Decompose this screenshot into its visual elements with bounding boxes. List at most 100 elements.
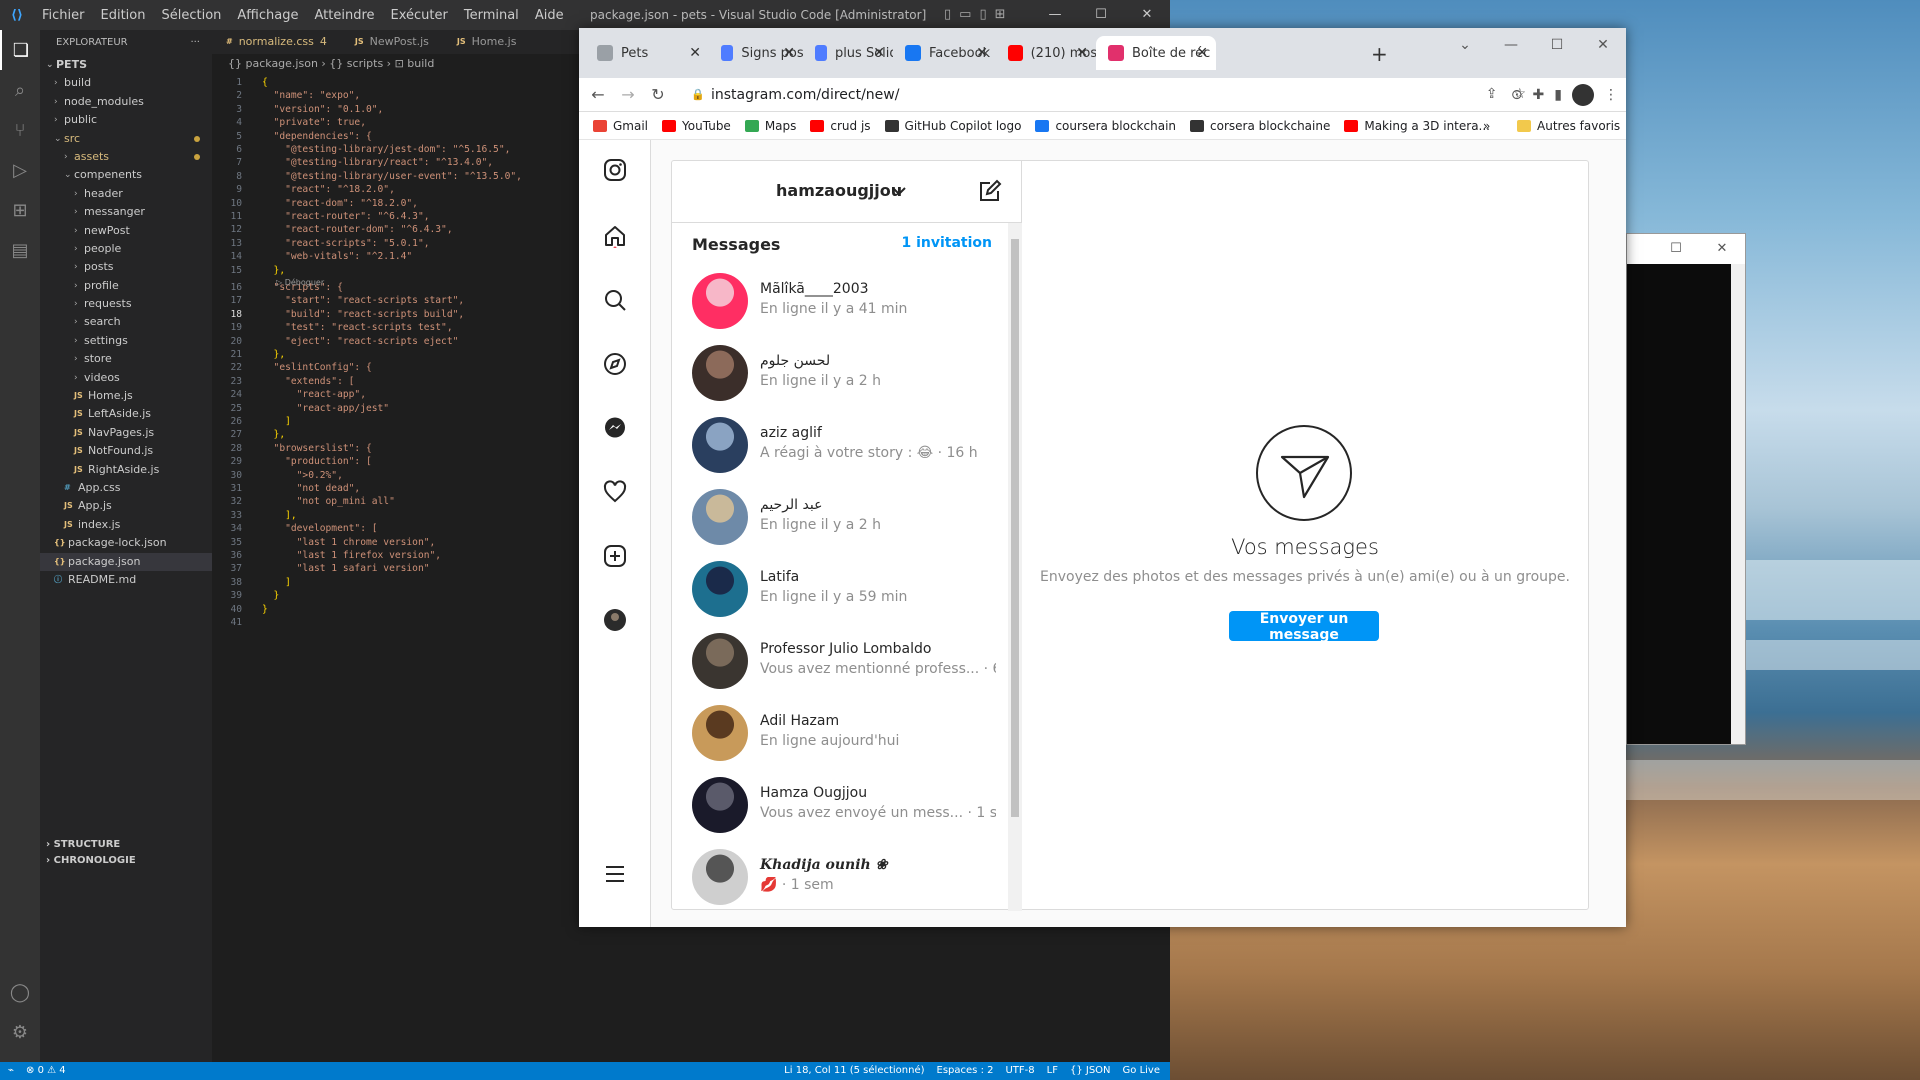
lock-icon[interactable]: 🔒 — [691, 82, 705, 108]
editor-tab[interactable]: # normalize.css 4 — [212, 30, 341, 54]
menu-item[interactable]: Edition — [93, 8, 154, 23]
tree-item[interactable]: › posts — [40, 258, 212, 276]
remote-explorer-icon[interactable]: ▤ — [0, 230, 40, 270]
bookmark-item[interactable]: corsera blockchaine — [1190, 119, 1330, 133]
tree-item[interactable]: › profile — [40, 277, 212, 295]
tree-item[interactable]: ⌄ src — [40, 130, 212, 148]
conversation-item[interactable]: Latifa En ligne il y a 59 min — [672, 553, 1008, 625]
tree-item[interactable]: › videos — [40, 369, 212, 387]
tree-item[interactable]: › messanger — [40, 203, 212, 221]
extensions-puzzle-icon[interactable]: ✚ — [1533, 87, 1545, 103]
browser-tab[interactable]: Boîte de réc ✕ — [1096, 36, 1216, 70]
chevron-down-icon[interactable] — [890, 182, 908, 200]
debug-codelens[interactable]: ▷ Déboguer — [276, 276, 324, 289]
forward-button[interactable]: → — [613, 85, 643, 104]
back-button[interactable]: ← — [583, 85, 613, 104]
share-icon[interactable]: ⇪ — [1486, 86, 1498, 102]
tree-item[interactable]: {} package.json — [40, 552, 212, 571]
status-item[interactable]: UTF-8 — [1005, 1062, 1034, 1080]
tab-search-icon[interactable]: ⌄ — [1442, 28, 1488, 62]
minimize-button[interactable]: — — [1032, 0, 1078, 30]
tree-item[interactable]: › search — [40, 313, 212, 331]
tree-item[interactable]: ⓘ README.md — [40, 571, 212, 589]
bookmark-item[interactable]: crud js — [810, 119, 871, 133]
create-post-icon[interactable] — [603, 544, 627, 568]
remote-indicator-icon[interactable]: ⌁ — [8, 1062, 14, 1080]
chrome-close-button[interactable]: ✕ — [1580, 28, 1626, 62]
conversation-scrollbar[interactable] — [1008, 223, 1022, 911]
explore-compass-icon[interactable] — [603, 352, 627, 376]
menu-item[interactable]: Affichage — [229, 8, 306, 23]
account-icon[interactable]: ◯ — [0, 972, 40, 1012]
source-control-icon[interactable]: ⑂ — [0, 110, 40, 150]
other-bookmarks-folder[interactable]: Autres favoris — [1517, 119, 1620, 133]
page-scrollbar[interactable] — [1612, 140, 1626, 927]
tab-close-icon[interactable]: ✕ — [1076, 45, 1088, 61]
chrome-minimize-button[interactable]: — — [1488, 28, 1534, 62]
tab-close-icon[interactable]: ✕ — [1196, 45, 1208, 61]
tree-item[interactable]: › build — [40, 74, 212, 92]
more-menu-icon[interactable] — [603, 862, 627, 886]
menu-item[interactable]: Aide — [527, 8, 572, 23]
new-message-compose-icon[interactable] — [978, 179, 1002, 203]
tab-close-icon[interactable]: ✕ — [689, 45, 701, 61]
conversation-item[interactable]: لحسن جلوم En ligne il y a 2 h — [672, 337, 1008, 409]
messenger-icon[interactable] — [603, 416, 627, 440]
customize-layout-icon[interactable]: ⊞ — [995, 7, 1006, 22]
tree-item[interactable]: # App.css — [40, 479, 212, 497]
tree-item[interactable]: JS NotFound.js — [40, 442, 212, 460]
tab-close-icon[interactable]: ✕ — [783, 45, 795, 61]
menu-item[interactable]: Fichier — [34, 8, 93, 23]
run-debug-icon[interactable]: ▷ — [0, 150, 40, 190]
project-root[interactable]: ⌄ PETS — [40, 56, 212, 74]
extension-icon[interactable]: ⊙ — [1511, 87, 1523, 103]
profile-avatar[interactable] — [1572, 84, 1594, 106]
tree-item[interactable]: › newPost — [40, 222, 212, 240]
bookmarks-overflow-button[interactable]: » — [1483, 119, 1490, 133]
chrome-menu-icon[interactable]: ⋮ — [1604, 87, 1618, 103]
toggle-sidebar-icon[interactable]: ▯ — [944, 7, 951, 22]
bookmark-item[interactable]: Gmail — [593, 119, 648, 133]
tab-close-icon[interactable]: ✕ — [976, 45, 988, 61]
scrollbar-thumb[interactable] — [1011, 239, 1019, 817]
tree-item[interactable]: › assets — [40, 148, 212, 166]
bookmark-item[interactable]: Making a 3D intera... — [1344, 119, 1490, 133]
tab-close-icon[interactable]: ✕ — [873, 45, 885, 61]
conversation-item[interactable]: aziz aglif A réagi à votre story : 😂 · 16… — [672, 409, 1008, 481]
browser-tab[interactable]: (210) most ✕ — [996, 36, 1096, 70]
editor-tab[interactable]: JS NewPost.js — [341, 30, 443, 54]
console-body[interactable] — [1627, 264, 1745, 744]
problems-indicator[interactable]: ⊗ 0 ⚠ 4 — [26, 1062, 66, 1080]
reload-button[interactable]: ↻ — [643, 85, 673, 104]
invitation-link[interactable]: 1 invitation — [901, 235, 992, 254]
maximize-button[interactable]: ☐ — [1078, 0, 1124, 30]
bookmark-item[interactable]: YouTube — [662, 119, 731, 133]
conversation-item[interactable]: Adil Hazam En ligne aujourd'hui — [672, 697, 1008, 769]
conversation-item[interactable]: Hamza Ougjjou Vous avez envoyé un mess...… — [672, 769, 1008, 841]
tree-item[interactable]: JS NavPages.js — [40, 424, 212, 442]
console-scrollbar[interactable] — [1731, 264, 1745, 744]
tree-item[interactable]: › header — [40, 185, 212, 203]
timeline-section[interactable]: › CHRONOLOGIE — [40, 852, 212, 870]
tree-item[interactable]: {} package-lock.json — [40, 534, 212, 552]
bookmark-item[interactable]: Maps — [744, 119, 796, 133]
status-item[interactable]: {} JSON — [1070, 1062, 1111, 1080]
browser-tab[interactable]: Signs post S✕ — [709, 36, 803, 70]
tree-item[interactable]: › settings — [40, 332, 212, 350]
send-message-button[interactable]: Envoyer un message — [1229, 611, 1379, 643]
tree-item[interactable]: › node_modules — [40, 93, 212, 111]
conversation-item[interactable]: Mãlîkã____2003 En ligne il y a 41 min — [672, 265, 1008, 337]
conversation-item[interactable]: Khadija ounih ❀ 💋 · 1 sem — [672, 841, 1008, 911]
editor-tab[interactable]: JS Home.js — [443, 30, 531, 54]
new-tab-button[interactable]: + — [1371, 42, 1388, 66]
instagram-logo-icon[interactable] — [603, 158, 627, 182]
bookmark-item[interactable]: coursera blockchain — [1035, 119, 1176, 133]
explorer-icon[interactable]: ❏ — [0, 30, 40, 70]
tree-item[interactable]: › store — [40, 350, 212, 368]
tree-item[interactable]: JS Home.js — [40, 387, 212, 405]
tree-item[interactable]: › public — [40, 111, 212, 129]
toggle-panel-icon[interactable]: ▭ — [959, 7, 971, 22]
menu-item[interactable]: Atteindre — [306, 8, 382, 23]
search-icon[interactable]: ⌕ — [0, 70, 40, 110]
browser-tab[interactable]: plus Solid Ic✕ — [803, 36, 893, 70]
